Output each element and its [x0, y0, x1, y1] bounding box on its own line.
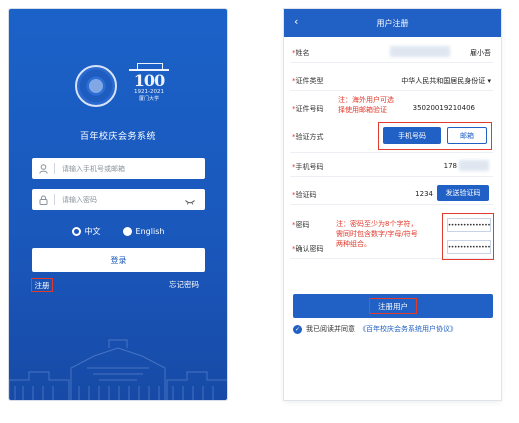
verify-label: 验证方式 [295, 133, 324, 141]
phone-input[interactable]: 178 [444, 162, 457, 170]
field-divider [54, 194, 55, 205]
code-input[interactable]: 1234 [415, 190, 433, 198]
password-note-line1: 注：密码至少为8个字符， [336, 220, 418, 228]
password-note-line2: 需同时包含数字/字母/符号 [336, 230, 418, 238]
agree-text: 我已阅读并同意 [306, 325, 355, 333]
verify-phone-button[interactable]: 手机号码 [383, 127, 441, 144]
phone-label: 手机号码 [295, 163, 324, 171]
id-type-row: *证件类型 中华人民共和国居民身份证 ▾ [290, 69, 493, 91]
lang-english-label: English [135, 226, 165, 236]
confirm-label-wrap: *确认密码 [292, 244, 324, 254]
overseas-note-line1: 注：海外用户可选 [338, 96, 394, 104]
agreement-row: ✓ 我已阅读并同意 《百年校庆会务系统用户协议》 [293, 324, 457, 334]
account-field[interactable] [32, 158, 205, 179]
name-input[interactable]: 雇小吾 [470, 48, 491, 58]
register-screen: ‹ 用户注册 *姓名 雇小吾 *证件类型 中华人民共和国居民身份证 ▾ *证件号… [284, 9, 501, 400]
register-submit-button[interactable]: 注册用户 [293, 294, 493, 318]
app-title: 百年校庆会务系统 [79, 132, 156, 142]
id-number-label-wrap: *证件号码 [292, 104, 324, 114]
password-label-wrap: *密码 [292, 220, 310, 230]
code-label: 验证码 [295, 191, 317, 199]
id-type-select[interactable]: 中华人民共和国居民身份证 ▾ [401, 76, 491, 86]
send-code-button[interactable]: 发送验证码 [437, 185, 489, 201]
chevron-left-icon[interactable]: ‹ [294, 15, 298, 28]
id-number-label: 证件号码 [295, 105, 324, 113]
radio-selected-icon [71, 226, 81, 236]
name-row: *姓名 雇小吾 [290, 41, 493, 63]
verify-method-highlight: 手机号码 邮箱 [378, 122, 492, 150]
confirm-password-input[interactable]: •••••••••••••• [447, 240, 491, 254]
phone-row: *手机号码 178 [290, 155, 493, 177]
forgot-password-link[interactable]: 忘记密码 [169, 279, 199, 290]
verify-email-button[interactable]: 邮箱 [447, 127, 487, 144]
campus-skyline-icon [9, 339, 227, 400]
register-link[interactable]: 注册 [31, 278, 53, 292]
lock-icon [32, 189, 54, 210]
submit-highlight: 注册用户 [369, 298, 417, 314]
lang-chinese-radio[interactable]: 中文 [71, 224, 101, 238]
lang-chinese-label: 中文 [84, 226, 101, 236]
login-screen: 100 1921-2021 厦门大学 百年校庆会务系统 中文 English [9, 9, 227, 400]
university-seal-icon [75, 65, 117, 107]
roof-icon [129, 61, 169, 71]
phone-blur-mask [459, 160, 489, 171]
caret-down-icon: ▾ [487, 77, 491, 85]
verify-label-wrap: *验证方式 [292, 132, 324, 142]
id-type-value: 中华人民共和国居民身份证 [401, 77, 486, 85]
overseas-note: 注：海外用户可选 择使用邮箱验证 [338, 95, 394, 115]
confirm-label: 确认密码 [295, 245, 324, 253]
id-number-row: *证件号码 注：海外用户可选 择使用邮箱验证 35020019210406 [290, 95, 493, 121]
id-type-label-wrap: *证件类型 [292, 76, 324, 86]
password-note-line3: 两种组合。 [336, 240, 371, 248]
code-label-wrap: *验证码 [292, 190, 317, 200]
language-switch: 中文 English [9, 224, 227, 238]
password-input[interactable]: •••••••••••••• [447, 218, 491, 232]
password-label: 密码 [295, 221, 310, 229]
id-type-label: 证件类型 [295, 77, 324, 85]
password-input[interactable] [62, 195, 172, 204]
centennial-number: 100 [133, 71, 165, 90]
code-row: *验证码 1234 发送验证码 [290, 183, 493, 205]
name-label-wrap: *姓名 [292, 48, 310, 58]
field-divider [54, 163, 55, 174]
login-button[interactable]: 登录 [32, 248, 205, 272]
logo-area: 100 1921-2021 厦门大学 [9, 61, 227, 121]
overseas-note-line2: 择使用邮箱验证 [338, 106, 387, 114]
check-icon[interactable]: ✓ [293, 324, 302, 334]
password-field[interactable] [32, 189, 205, 210]
top-bar: ‹ 用户注册 [284, 9, 501, 37]
radio-unselected-icon [122, 226, 132, 236]
account-input[interactable] [62, 164, 172, 173]
agreement-link[interactable]: 《百年校庆会务系统用户协议》 [359, 324, 457, 334]
id-number-input[interactable]: 35020019210406 [413, 104, 475, 112]
lang-english-radio[interactable]: English [122, 224, 165, 238]
phone-label-wrap: *手机号码 [292, 162, 324, 172]
centennial-logo: 100 1921-2021 厦门大学 [129, 61, 169, 109]
eye-closed-icon[interactable] [185, 190, 195, 209]
password-rule-note: 注：密码至少为8个字符， 需同时包含数字/字母/符号 两种组合。 [336, 219, 418, 249]
page-title: 用户注册 [376, 18, 409, 28]
name-label: 姓名 [295, 49, 310, 57]
centennial-subtitle: 厦门大学 [138, 96, 159, 102]
password-highlight: •••••••••••••• •••••••••••••• [442, 213, 494, 260]
user-icon [32, 158, 54, 179]
name-blur-mask [390, 46, 450, 57]
centennial-years: 1921-2021 [134, 89, 164, 95]
